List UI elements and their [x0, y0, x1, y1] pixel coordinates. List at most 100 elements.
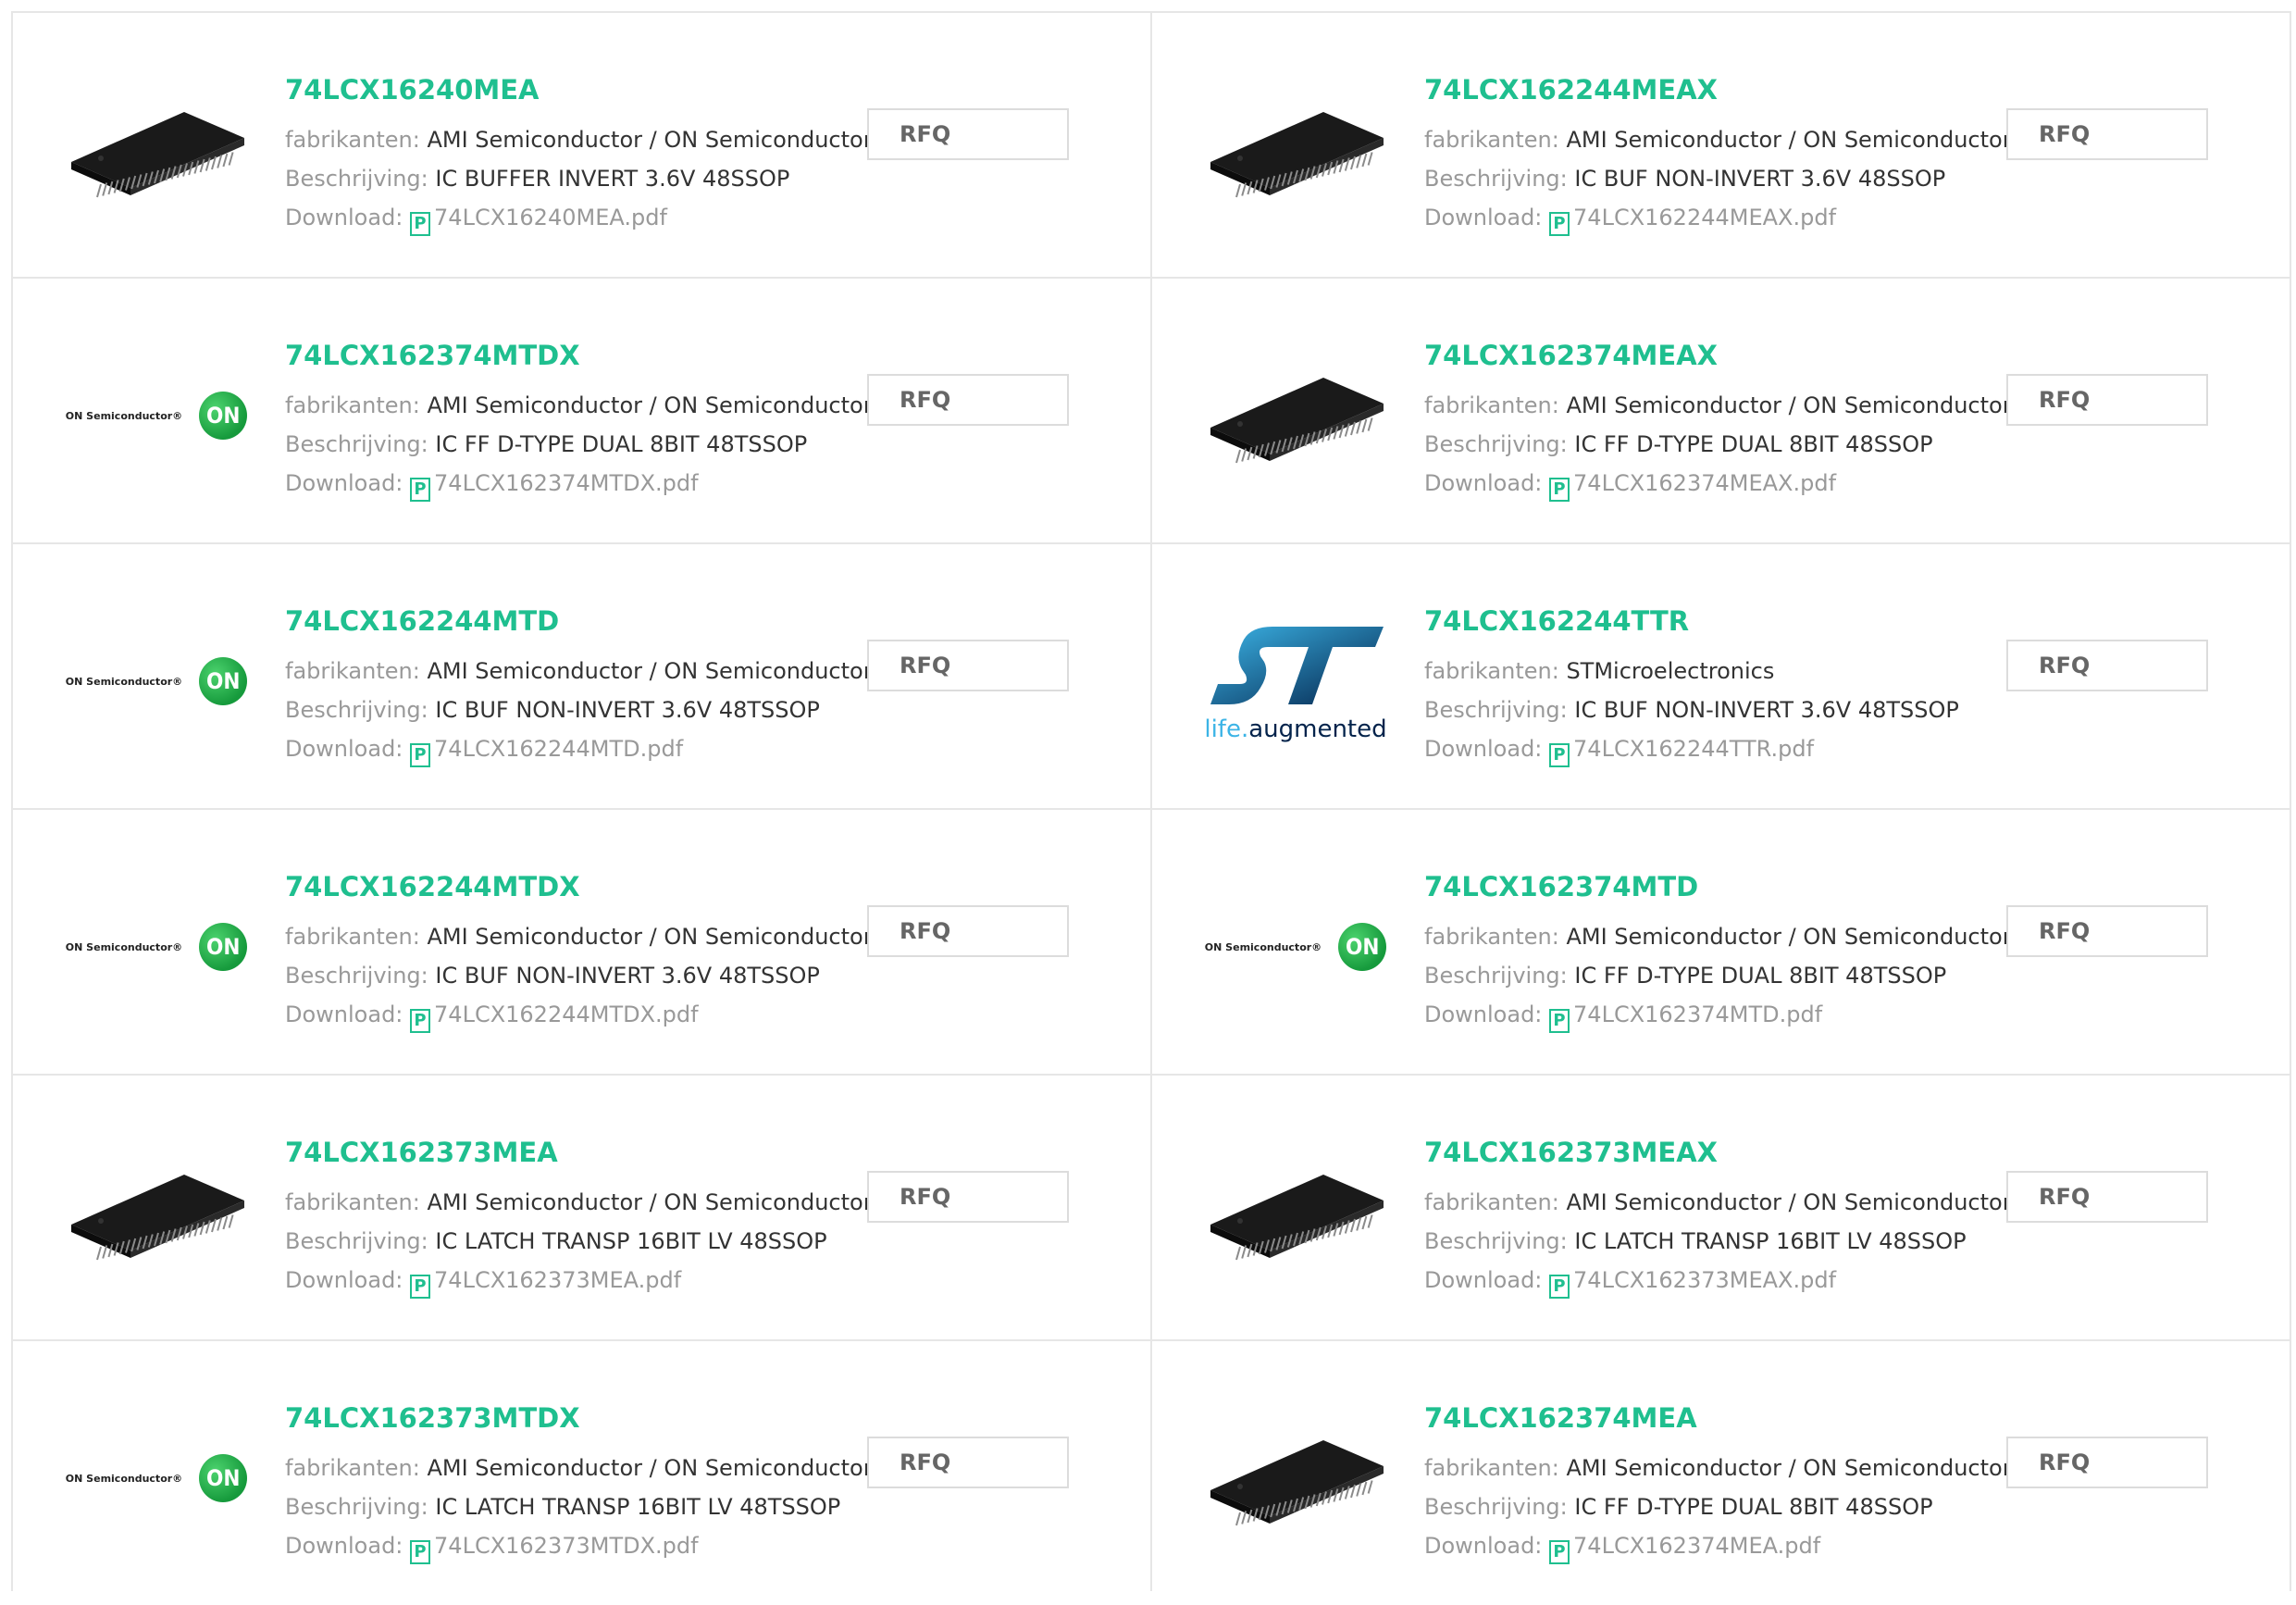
rfq-button[interactable]: RFQ — [867, 1437, 1069, 1488]
description-value: IC BUF NON-INVERT 3.6V 48SSOP — [1574, 166, 1946, 192]
description-label: Beschrijving: — [1424, 697, 1568, 723]
pdf-filename: 74LCX162244MTDX.pdf — [434, 1002, 699, 1027]
description-row: Beschrijving: IC FF D-TYPE DUAL 8BIT 48T… — [285, 430, 807, 458]
rfq-button[interactable]: RFQ — [2006, 108, 2208, 160]
on-semiconductor-logo: ON Semiconductor® ON — [65, 392, 248, 440]
manufacturer-value: AMI Semiconductor / ON Semiconductor — [1566, 1189, 2012, 1215]
pdf-download-link[interactable]: P 74LCX162373MEA.pdf — [410, 1267, 681, 1299]
download-row: Download: P 74LCX16240MEA.pdf — [285, 204, 667, 236]
product-title-link[interactable]: 74LCX162373MEAX — [1424, 1137, 1718, 1168]
rfq-button[interactable]: RFQ — [867, 640, 1069, 691]
description-row: Beschrijving: IC FF D-TYPE DUAL 8BIT 48T… — [1424, 962, 1946, 989]
product-image[interactable] — [1198, 53, 1393, 247]
rfq-button[interactable]: RFQ — [867, 374, 1069, 426]
product-title-link[interactable]: 74LCX162244TTR — [1424, 605, 1689, 637]
pdf-icon: P — [1549, 1009, 1570, 1033]
product-title-link[interactable]: 74LCX162373MEA — [285, 1137, 558, 1168]
download-row: Download: P 74LCX162373MEA.pdf — [285, 1266, 681, 1299]
product-title-link[interactable]: 74LCX162244MTD — [285, 605, 559, 637]
rfq-button[interactable]: RFQ — [2006, 1437, 2208, 1488]
st-mark-icon — [1210, 627, 1384, 704]
product-title-link[interactable]: 74LCX162374MEAX — [1424, 340, 1718, 371]
manufacturer-value: AMI Semiconductor / ON Semiconductor — [427, 1189, 873, 1215]
pdf-icon: P — [410, 743, 431, 767]
product-title-link[interactable]: 74LCX162374MEA — [1424, 1402, 1697, 1434]
rfq-button[interactable]: RFQ — [2006, 640, 2208, 691]
manufacturer-label: fabrikanten: — [285, 1189, 420, 1215]
product-title-link[interactable]: 74LCX162373MTDX — [285, 1402, 580, 1434]
manufacturer-label: fabrikanten: — [1424, 1189, 1559, 1215]
ic-chip-icon — [1210, 112, 1384, 198]
pdf-download-link[interactable]: P 74LCX162244MTD.pdf — [410, 736, 683, 767]
manufacturer-value: STMicroelectronics — [1566, 658, 1775, 684]
product-title-link[interactable]: 74LCX162374MTD — [1424, 871, 1698, 902]
product-card: 74LCX162373MEA fabrikanten: AMI Semicondu… — [13, 1076, 1150, 1339]
rfq-button[interactable]: RFQ — [2006, 905, 2208, 957]
on-semiconductor-logo: ON Semiconductor® ON — [1205, 923, 1387, 971]
description-row: Beschrijving: IC BUFFER INVERT 3.6V 48SS… — [285, 165, 789, 193]
pdf-download-link[interactable]: P 74LCX162244TTR.pdf — [1549, 736, 1814, 767]
product-image[interactable] — [59, 53, 254, 247]
download-row: Download: P 74LCX162374MEAX.pdf — [1424, 469, 1836, 502]
manufacturer-label: fabrikanten: — [285, 924, 420, 950]
rfq-button[interactable]: RFQ — [867, 1171, 1069, 1223]
product-image[interactable] — [59, 1115, 254, 1310]
pdf-filename: 74LCX162374MTDX.pdf — [434, 470, 699, 496]
pdf-icon: P — [1549, 1540, 1570, 1564]
product-title-link[interactable]: 74LCX162244MEAX — [1424, 74, 1718, 106]
rfq-button[interactable]: RFQ — [867, 905, 1069, 957]
rfq-button[interactable]: RFQ — [867, 108, 1069, 160]
pdf-download-link[interactable]: P 74LCX162374MEAX.pdf — [1549, 470, 1836, 502]
pdf-icon: P — [410, 478, 431, 502]
rfq-button[interactable]: RFQ — [2006, 374, 2208, 426]
manufacturer-row: fabrikanten: AMI Semiconductor / ON Semi… — [285, 1454, 873, 1482]
pdf-download-link[interactable]: P 74LCX16240MEA.pdf — [410, 205, 667, 236]
pdf-download-link[interactable]: P 74LCX162374MTD.pdf — [1549, 1002, 1822, 1033]
manufacturer-label: fabrikanten: — [285, 392, 420, 418]
manufacturer-value: AMI Semiconductor / ON Semiconductor — [1566, 924, 2012, 950]
product-image[interactable]: ON Semiconductor® ON — [59, 318, 254, 513]
product-image[interactable]: ON Semiconductor® ON — [59, 584, 254, 778]
product-image[interactable] — [1198, 318, 1393, 513]
pdf-download-link[interactable]: P 74LCX162244MEAX.pdf — [1549, 205, 1836, 236]
product-title-link[interactable]: 74LCX162374MTDX — [285, 340, 580, 371]
pdf-download-link[interactable]: P 74LCX162373MEAX.pdf — [1549, 1267, 1836, 1299]
pdf-download-link[interactable]: P 74LCX162374MTDX.pdf — [410, 470, 699, 502]
manufacturer-value: AMI Semiconductor / ON Semiconductor — [1566, 1455, 2012, 1481]
download-row: Download: P 74LCX162244TTR.pdf — [1424, 735, 1814, 767]
pdf-icon: P — [410, 1275, 431, 1299]
product-image[interactable]: life.augmented — [1198, 584, 1393, 778]
product-title-link[interactable]: 74LCX16240MEA — [285, 74, 539, 106]
ic-chip-icon — [1210, 1175, 1384, 1261]
product-image[interactable] — [1198, 1115, 1393, 1310]
description-label: Beschrijving: — [285, 431, 428, 457]
description-label: Beschrijving: — [1424, 963, 1568, 989]
pdf-filename: 74LCX162373MTDX.pdf — [434, 1533, 699, 1559]
description-value: IC FF D-TYPE DUAL 8BIT 48SSOP — [1574, 431, 1933, 457]
pdf-icon: P — [410, 1009, 431, 1033]
product-title-link[interactable]: 74LCX162244MTDX — [285, 871, 580, 902]
download-label: Download: — [285, 470, 403, 496]
download-row: Download: P 74LCX162244MTD.pdf — [285, 735, 683, 767]
on-logo-mark: ON — [199, 923, 248, 971]
manufacturer-row: fabrikanten: AMI Semiconductor / ON Semi… — [1424, 1454, 2012, 1482]
description-value: IC LATCH TRANSP 16BIT LV 48TSSOP — [435, 1494, 841, 1520]
on-logo-text: ON Semiconductor® — [65, 409, 183, 422]
description-value: IC BUF NON-INVERT 3.6V 48TSSOP — [1574, 697, 1959, 723]
product-image[interactable]: ON Semiconductor® ON — [59, 850, 254, 1044]
download-label: Download: — [285, 205, 403, 230]
pdf-download-link[interactable]: P 74LCX162244MTDX.pdf — [410, 1002, 699, 1033]
manufacturer-label: fabrikanten: — [1424, 1455, 1559, 1481]
manufacturer-label: fabrikanten: — [285, 127, 420, 153]
pdf-download-link[interactable]: P 74LCX162374MEA.pdf — [1549, 1533, 1820, 1564]
manufacturer-label: fabrikanten: — [1424, 392, 1559, 418]
manufacturer-row: fabrikanten: AMI Semiconductor / ON Semi… — [285, 126, 873, 154]
product-image[interactable] — [1198, 1381, 1393, 1575]
rfq-button[interactable]: RFQ — [2006, 1171, 2208, 1223]
pdf-download-link[interactable]: P 74LCX162373MTDX.pdf — [410, 1533, 699, 1564]
product-image[interactable]: ON Semiconductor® ON — [1198, 850, 1393, 1044]
description-label: Beschrijving: — [1424, 166, 1568, 192]
product-card: life.augmented 74LCX162244TTR fabrikanten:… — [1152, 544, 2290, 808]
manufacturer-row: fabrikanten: AMI Semiconductor / ON Semi… — [1424, 923, 2012, 951]
product-image[interactable]: ON Semiconductor® ON — [59, 1381, 254, 1575]
